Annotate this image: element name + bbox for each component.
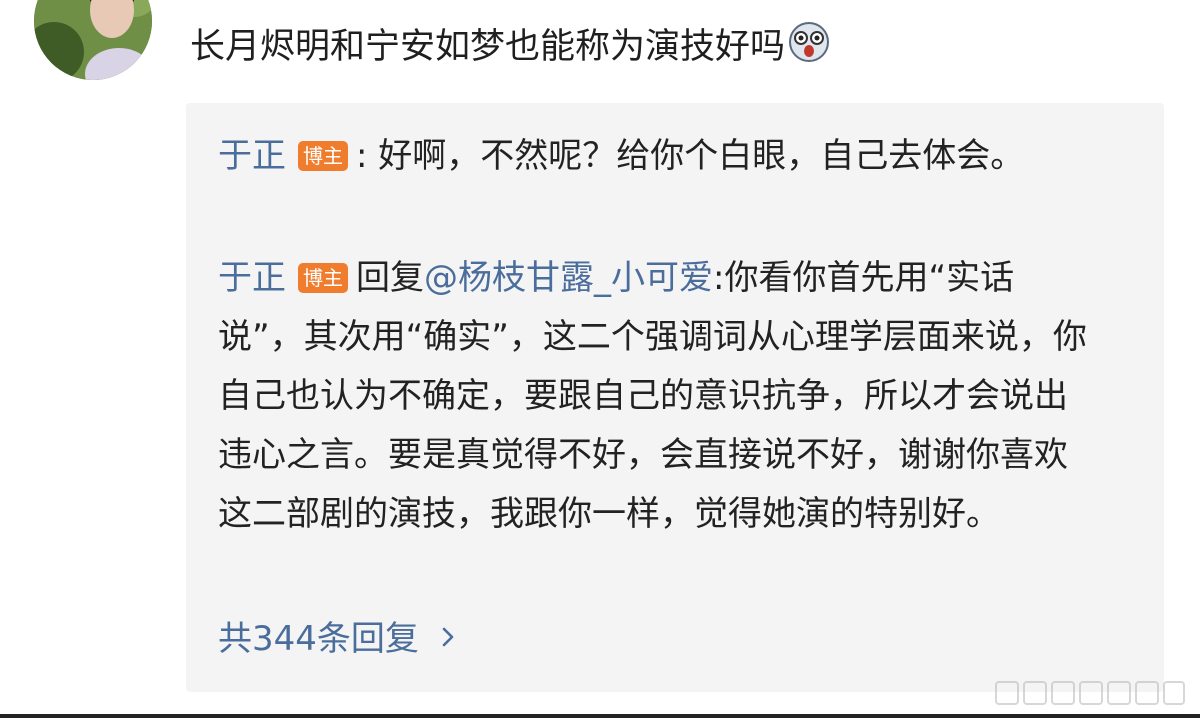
reply-username[interactable]: 于正 xyxy=(218,258,286,298)
bottom-divider xyxy=(0,714,1200,718)
avatar-icon xyxy=(34,0,152,80)
avatar[interactable] xyxy=(34,0,152,80)
reply-mention[interactable]: @杨枝甘露_小可爱 xyxy=(424,258,713,298)
more-replies-label: 共344条回复 xyxy=(218,619,419,659)
reply-text: :你看你首先用“实话说”，其次用“确实”，这二个强调词从心理学层面来说，你自己也… xyxy=(218,258,1087,534)
reply-username[interactable]: 于正 xyxy=(218,136,286,176)
more-replies-link[interactable]: 共344条回复 xyxy=(218,617,459,661)
watermark-logo xyxy=(990,670,1190,718)
chevron-right-icon xyxy=(437,626,459,648)
reply-box: 于正 博主: 好啊，不然呢？给你个白眼，自己去体会。 于正 博主 回复@杨枝甘露_小可… xyxy=(186,103,1164,692)
reply-text: 好啊，不然呢？给你个白眼，自己去体会。 xyxy=(367,136,1025,176)
author-badge: 博主 xyxy=(298,141,348,171)
comment-body: 长月烬明和宁安如梦也能称为演技好吗 xyxy=(190,27,786,67)
reply-item: 于正 博主 回复@杨枝甘露_小可爱:你看你首先用“实话说”，其次用“确实”，这二个强… xyxy=(218,249,1088,544)
reply-item: 于正 博主: 好啊，不然呢？给你个白眼，自己去体会。 xyxy=(218,127,1088,186)
shocked-face-icon xyxy=(787,20,831,64)
author-badge: 博主 xyxy=(298,263,348,293)
reply-separator: 回复 xyxy=(356,258,424,298)
reply-separator: : xyxy=(356,136,368,176)
comment-text: 长月烬明和宁安如梦也能称为演技好吗 xyxy=(190,20,831,74)
